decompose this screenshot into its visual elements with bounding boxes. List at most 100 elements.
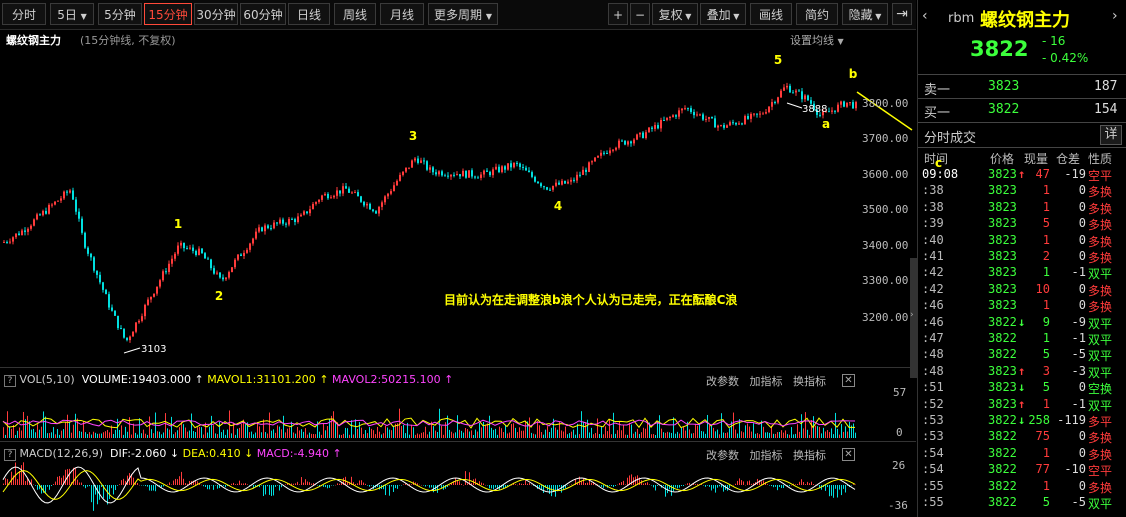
macd-histogram-bar (799, 481, 800, 485)
volume-bar (691, 433, 692, 438)
candle-body (54, 201, 56, 205)
candle-body (441, 171, 443, 176)
volume-bar (195, 432, 196, 438)
macd-histogram-bar (429, 485, 430, 488)
macd-histogram-bar (21, 465, 22, 485)
period-tab-60min[interactable]: 60分钟 (240, 3, 286, 25)
macd-histogram-bar (643, 483, 644, 485)
candle-body (261, 227, 263, 232)
candle-body (150, 296, 152, 300)
candle-body (171, 258, 173, 264)
volume-bar (501, 428, 502, 438)
candle-body (141, 316, 143, 321)
volume-bar (505, 425, 506, 438)
period-tab-daily[interactable]: 日线 (288, 3, 330, 25)
candle-body (195, 250, 197, 255)
period-tab-30min[interactable]: 30分钟 (194, 3, 238, 25)
volume-bar (301, 429, 302, 438)
period-tab-monthly[interactable]: 月线 (380, 3, 424, 25)
mavol1-line (2, 417, 856, 429)
tick-row: :48 3822 5 -5 双平 (918, 347, 1126, 364)
volume-bar (409, 434, 410, 438)
kline-plot[interactable]: 3888 3103 1 2 3 4 5 a b (0, 30, 916, 368)
candle-body (765, 112, 767, 114)
period-tab-intraday[interactable]: 分时 (2, 3, 46, 25)
period-tab-weekly[interactable]: 周线 (334, 3, 376, 25)
volume-bar (741, 431, 742, 438)
macd-histogram-bar (105, 485, 106, 487)
volume-bar (423, 432, 424, 438)
overlay-dropdown[interactable]: 叠加 ▼ (700, 3, 746, 25)
candle-body (516, 162, 518, 164)
macd-histogram-bar (329, 485, 330, 488)
zoom-out-button[interactable]: − (630, 3, 650, 25)
candle-body (333, 195, 335, 198)
tick-volume: 258 (1028, 413, 1050, 427)
period-tab-15min[interactable]: 15分钟 (144, 3, 192, 25)
volume-bar (735, 429, 736, 438)
macd-histogram-bar (707, 485, 708, 486)
candle-body (486, 170, 488, 172)
volume-bar (791, 427, 792, 438)
zoom-in-button[interactable]: + (608, 3, 628, 25)
volume-bar (807, 429, 808, 438)
macd-histogram-bar (683, 485, 684, 487)
volume-bar (67, 414, 68, 438)
detail-button[interactable]: 详 (1100, 125, 1122, 145)
collapse-panel-icon[interactable]: ⇥ (892, 3, 912, 25)
macd-histogram-bar (205, 485, 206, 487)
candle-body (117, 315, 119, 329)
volume-bar (583, 421, 584, 438)
volume-bar (581, 411, 582, 438)
volume-bar (645, 428, 646, 438)
simple-mode-button[interactable]: 简约 (796, 3, 838, 25)
macd-histogram-bar (525, 480, 526, 485)
adjust-dropdown[interactable]: 复权 ▼ (652, 3, 698, 25)
macd-histogram-bar (843, 485, 844, 489)
tick-oi-change: 0 (1078, 429, 1086, 444)
macd-histogram-bar (97, 485, 98, 505)
macd-histogram-bar (529, 482, 530, 485)
draw-line-button[interactable]: 画线 (750, 3, 792, 25)
tick-row: :55 3822 5 -5 双平 (918, 495, 1126, 512)
volume-bar (763, 426, 764, 438)
tick-time: :51 (922, 380, 944, 395)
candle-body (87, 247, 89, 254)
macd-histogram-bar (359, 480, 360, 485)
candle-body (393, 185, 395, 192)
tick-row: :39 3823 5 0 多换 (918, 216, 1126, 233)
volume-bar (273, 429, 274, 438)
macd-histogram-bar (159, 485, 160, 486)
macd-histogram-bar (717, 485, 718, 488)
macd-histogram-bar (323, 485, 324, 487)
candle-body (183, 242, 185, 249)
dea-line (2, 470, 856, 500)
candle-body (648, 127, 650, 133)
more-periods-dropdown[interactable]: 更多周期 ▼ (428, 3, 498, 25)
volume-bar (403, 424, 404, 438)
chevron-right-icon[interactable]: › (1112, 8, 1118, 24)
period-tab-5day[interactable]: 5日 ▼ (50, 3, 94, 25)
tick-price: 3822 (988, 347, 1017, 362)
candle-body (99, 274, 101, 283)
macd-histogram-bar (115, 485, 116, 491)
hide-dropdown[interactable]: 隐藏 ▼ (842, 3, 888, 25)
macd-histogram-bar (183, 478, 184, 485)
candle-body (63, 191, 65, 199)
macd-histogram-bar (523, 484, 524, 485)
volume-bar (811, 420, 812, 438)
arrow-up-icon: ↑ (1018, 396, 1026, 411)
macd-histogram-bar (587, 482, 588, 485)
macd-histogram-bar (495, 485, 496, 488)
volume-bar (571, 431, 572, 438)
volume-bar (715, 431, 716, 438)
volume-bar (207, 432, 208, 438)
chevron-left-icon[interactable]: ‹ (922, 8, 928, 24)
period-tab-5min[interactable]: 5分钟 (98, 3, 142, 25)
tick-oi-change: -9 (1071, 314, 1086, 329)
volume-bar (787, 434, 788, 438)
candle-body (720, 125, 722, 127)
candle-body (714, 118, 716, 128)
candle-body (9, 241, 11, 243)
volume-bar (105, 431, 106, 438)
